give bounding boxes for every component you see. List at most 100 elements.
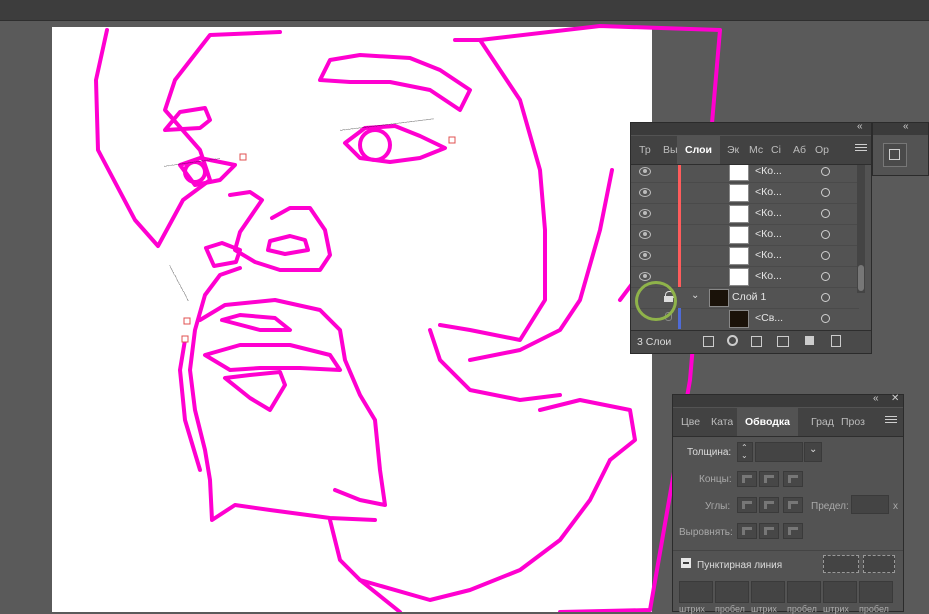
tab-transparency[interactable]: Проз xyxy=(841,408,865,436)
visibility-eye-icon[interactable] xyxy=(639,167,651,176)
align-inside-button[interactable] xyxy=(759,523,779,539)
target-circle-icon[interactable] xyxy=(821,314,830,323)
tab-gradient[interactable]: Град xyxy=(811,408,834,436)
miter-join-button[interactable] xyxy=(737,497,757,513)
visibility-eye-icon[interactable] xyxy=(639,251,651,260)
layer-name[interactable]: <Ко... xyxy=(755,228,782,240)
gap-field-1[interactable] xyxy=(715,581,749,603)
stroke-panel-header: « ✕ xyxy=(673,393,903,407)
collapse-icon[interactable]: « xyxy=(857,121,863,132)
tab-c[interactable]: Ci xyxy=(771,136,781,164)
align-center-button[interactable] xyxy=(737,523,757,539)
make-clipping-mask-icon[interactable] xyxy=(751,336,762,347)
layer-name[interactable]: <Ко... xyxy=(755,207,782,219)
layer-name[interactable]: Слой 1 xyxy=(732,291,766,303)
dash-label: штрих xyxy=(823,604,849,614)
artboards-icon[interactable] xyxy=(883,143,907,167)
target-circle-icon[interactable] xyxy=(821,293,830,302)
layer-name[interactable]: <Ко... xyxy=(755,165,782,177)
tab-color[interactable]: Цве xyxy=(681,408,700,436)
weight-label: Толщина: xyxy=(687,447,732,458)
visibility-eye-icon[interactable] xyxy=(639,188,651,197)
tab-export[interactable]: Эк xyxy=(727,136,739,164)
align-dashes-button[interactable] xyxy=(863,555,895,573)
round-join-button[interactable] xyxy=(759,497,779,513)
layer-name[interactable]: <Св... xyxy=(755,312,783,324)
layer-color-bar xyxy=(678,224,681,245)
layer-row[interactable]: <Ко... xyxy=(631,165,859,183)
create-layer-icon[interactable] xyxy=(805,336,814,345)
limit-label: Предел: xyxy=(811,501,849,512)
bevel-join-button[interactable] xyxy=(783,497,803,513)
trash-icon[interactable] xyxy=(831,335,841,347)
target-circle-icon[interactable] xyxy=(821,230,830,239)
weight-dropdown[interactable]: ⌄ xyxy=(804,442,822,462)
weight-stepper[interactable]: ⌃ ⌄ xyxy=(737,442,753,462)
layer-row[interactable]: <Ко... xyxy=(631,224,859,246)
scrollbar-thumb[interactable] xyxy=(858,265,864,291)
visibility-eye-icon[interactable] xyxy=(639,230,651,239)
layer-thumbnail xyxy=(729,310,749,328)
layer-count: 3 Слои xyxy=(637,336,672,348)
align-label: Выровнять: xyxy=(679,527,733,538)
preserve-dashes-button[interactable] xyxy=(823,555,859,573)
tab-layers[interactable]: Слои xyxy=(677,136,720,164)
tab-orientation[interactable]: Ор xyxy=(815,136,829,164)
layer-row[interactable]: <Ко... xyxy=(631,203,859,225)
layer-row[interactable]: <Ко... xyxy=(631,245,859,267)
layer-color-bar xyxy=(678,182,681,203)
target-circle-icon[interactable] xyxy=(821,188,830,197)
chevron-down-icon[interactable]: ⌄ xyxy=(691,290,699,301)
target-circle-icon[interactable] xyxy=(821,167,830,176)
layer-name[interactable]: <Ко... xyxy=(755,186,782,198)
dash-field-1[interactable] xyxy=(679,581,713,603)
collapse-icon[interactable]: « xyxy=(873,393,879,404)
gap-field-2[interactable] xyxy=(787,581,821,603)
panel-menu-icon[interactable] xyxy=(885,414,897,426)
stroke-panel: « ✕ Цве Ката Обводка Град Проз Толщина: … xyxy=(672,393,904,614)
locate-object-icon[interactable] xyxy=(727,335,738,346)
dashed-line-checkbox[interactable] xyxy=(681,558,691,568)
layer-color-bar xyxy=(678,266,681,287)
projecting-cap-button[interactable] xyxy=(783,471,803,487)
tab-m[interactable]: Мс xyxy=(749,136,763,164)
butt-cap-button[interactable] xyxy=(737,471,757,487)
gap-field-3[interactable] xyxy=(859,581,893,603)
layer-name[interactable]: <Ко... xyxy=(755,270,782,282)
visibility-eye-icon[interactable] xyxy=(639,209,651,218)
layer-thumbnail xyxy=(729,226,749,244)
target-circle-icon[interactable] xyxy=(821,209,830,218)
create-sublayer-icon[interactable] xyxy=(777,336,789,347)
gap-label: пробел xyxy=(859,604,889,614)
svg-text:~~~~~~~~~~~~~~~: ~~~~~~~~~~~~~~~ xyxy=(166,265,190,303)
target-circle-icon[interactable] xyxy=(821,251,830,260)
layer-color-bar xyxy=(678,203,681,224)
align-outside-button[interactable] xyxy=(783,523,803,539)
layer-row[interactable]: <Ко... xyxy=(631,182,859,204)
dash-field-3[interactable] xyxy=(823,581,857,603)
dash-field-2[interactable] xyxy=(751,581,785,603)
separator xyxy=(673,550,903,551)
gap-label: пробел xyxy=(787,604,817,614)
corners-label: Углы: xyxy=(705,501,731,512)
tab-align[interactable]: Вы xyxy=(663,136,678,164)
panel-menu-icon[interactable] xyxy=(855,142,867,154)
tab-swatches[interactable]: Ката xyxy=(711,408,733,436)
visibility-eye-icon[interactable] xyxy=(639,272,651,281)
weight-input[interactable] xyxy=(755,442,803,462)
target-circle-icon[interactable] xyxy=(821,272,830,281)
dash-label: штрих xyxy=(751,604,777,614)
tab-stroke[interactable]: Обводка xyxy=(737,408,799,436)
collapse-icon[interactable]: « xyxy=(903,121,909,132)
limit-input[interactable] xyxy=(851,495,889,514)
layer-color-bar xyxy=(678,165,681,182)
round-cap-button[interactable] xyxy=(759,471,779,487)
layer-name[interactable]: <Ко... xyxy=(755,249,782,261)
tab-transform[interactable]: Тр xyxy=(639,136,651,164)
dash-label: штрих xyxy=(679,604,705,614)
svg-text:~~~~~~~~~~~~~~~~~~~~~~~~~~~~~~: ~~~~~~~~~~~~~~~~~~~~~~~~~~~~~~~~~~~ xyxy=(340,117,435,134)
tab-artboards[interactable]: Аб xyxy=(793,136,806,164)
close-icon[interactable]: ✕ xyxy=(891,393,899,404)
export-icon[interactable] xyxy=(703,336,714,347)
layers-scrollbar[interactable] xyxy=(857,165,865,293)
